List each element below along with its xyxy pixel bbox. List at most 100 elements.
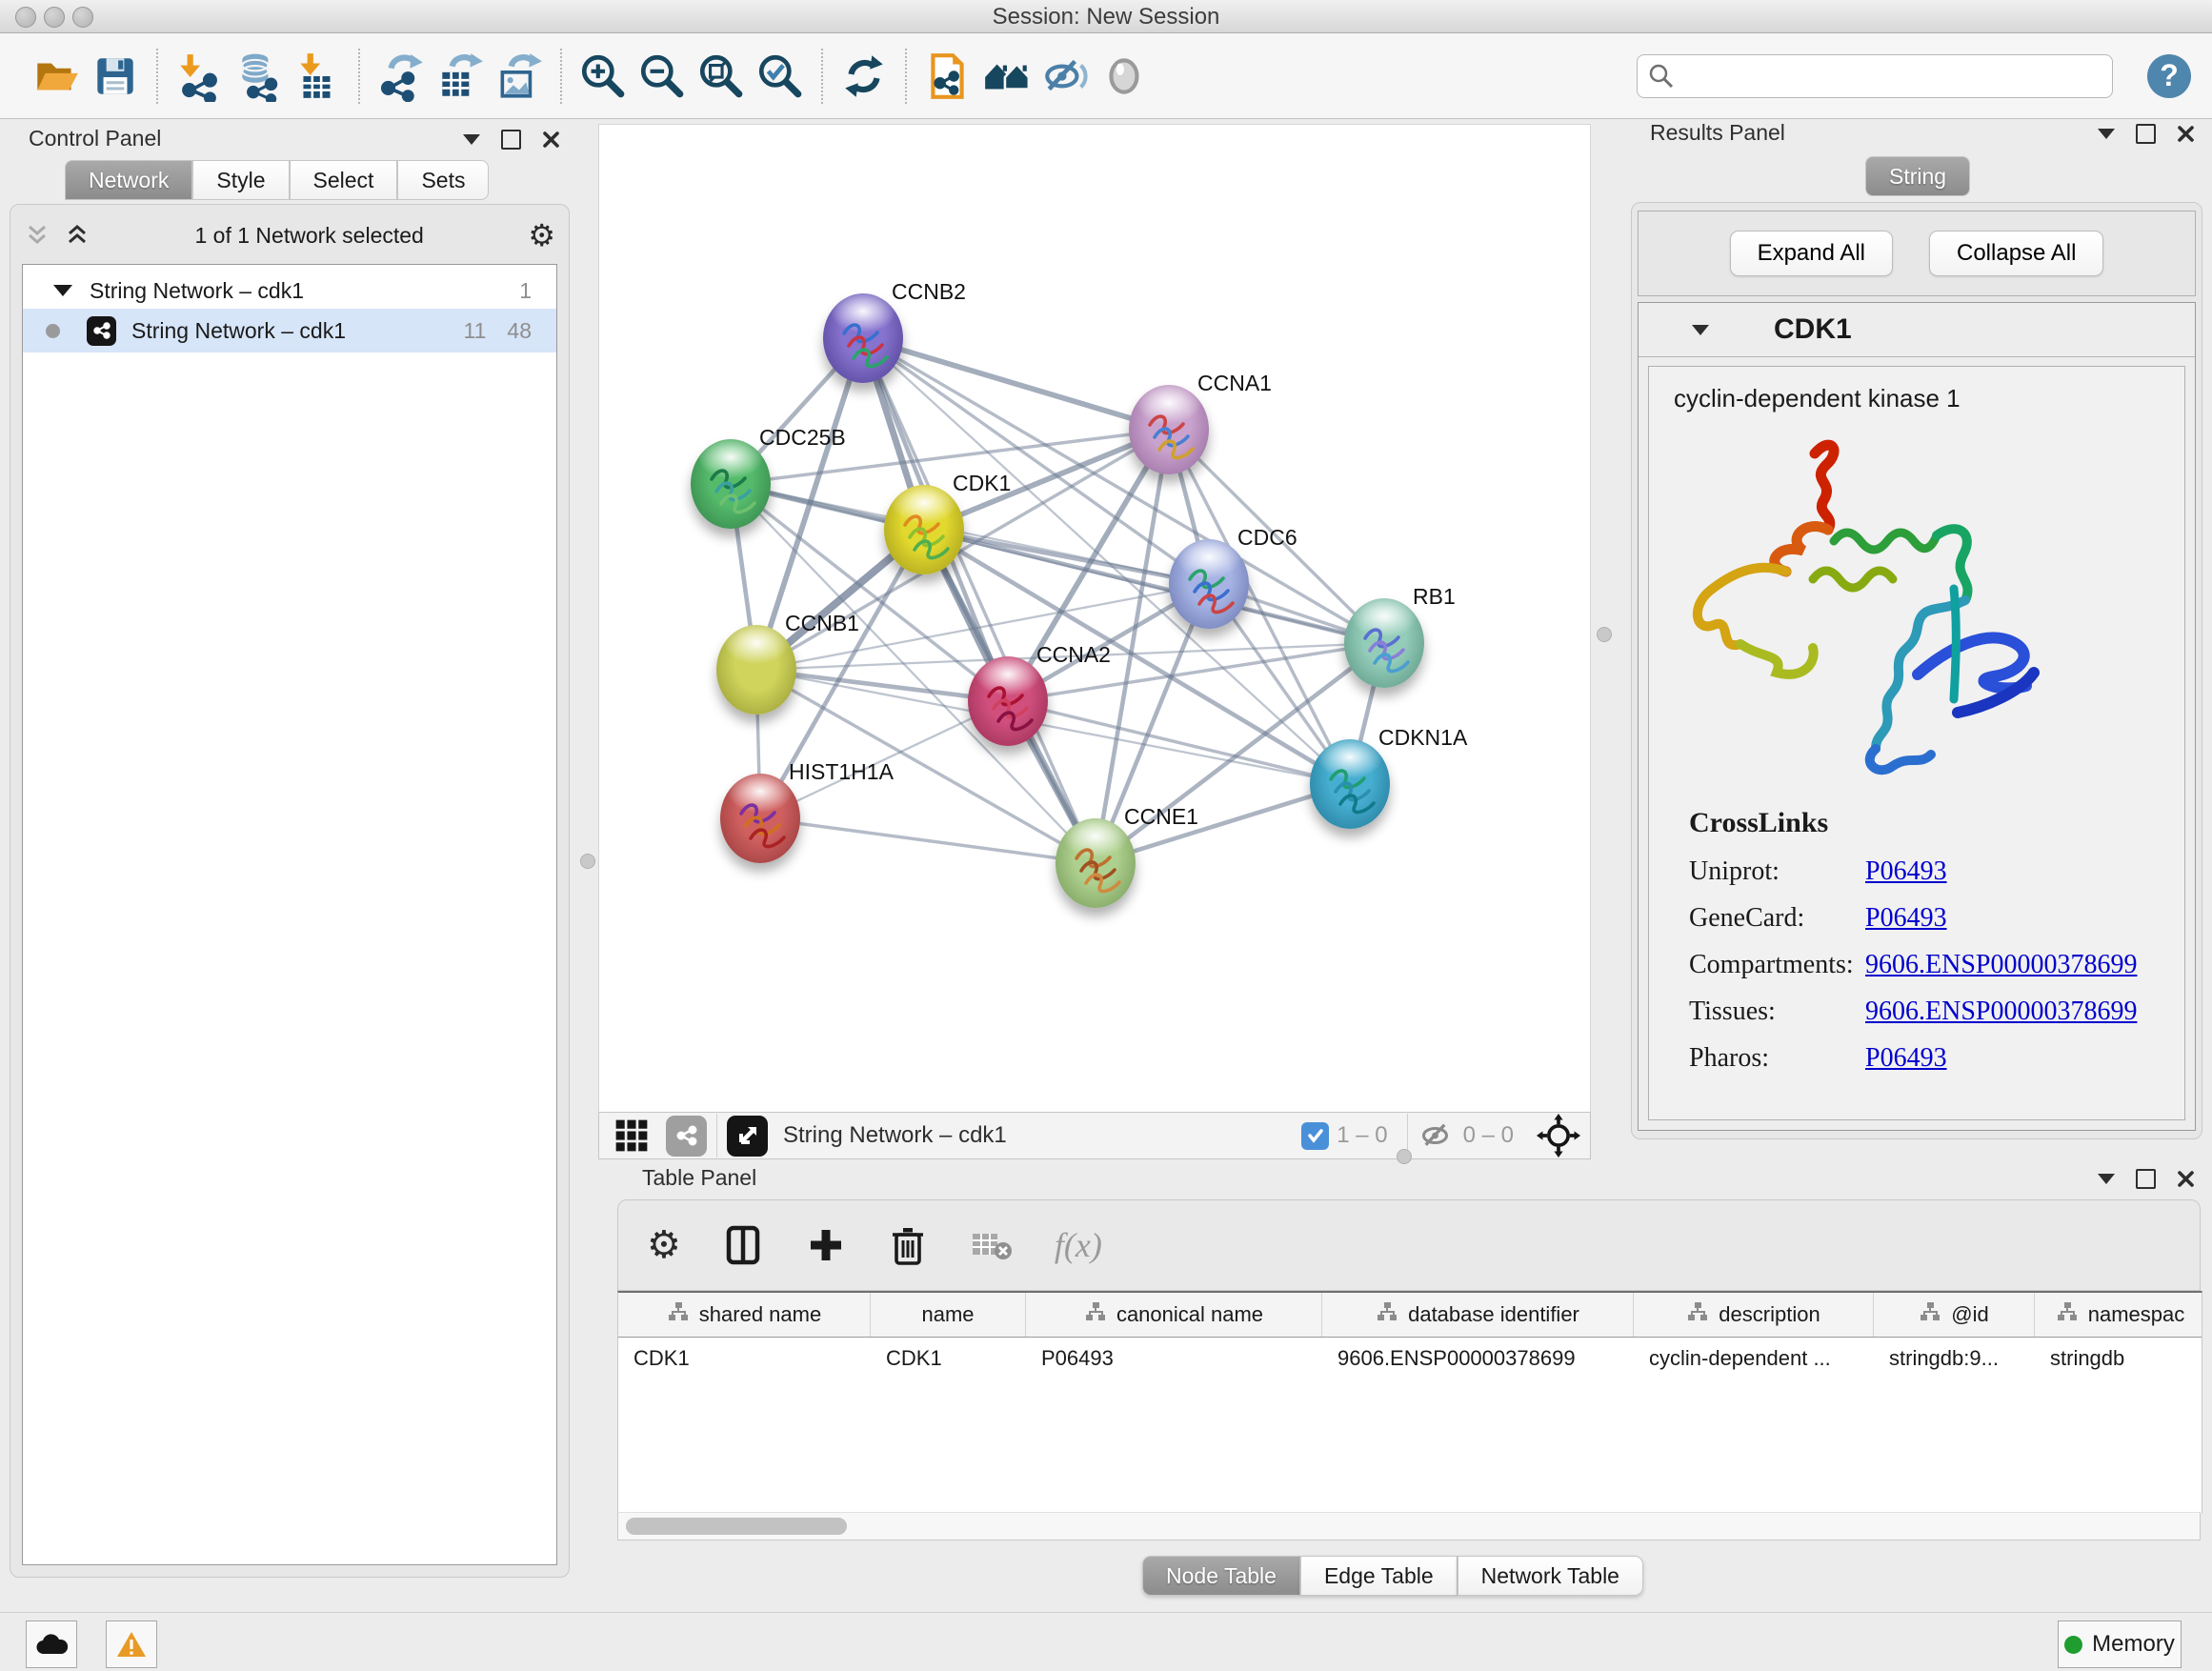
show-details-eye-icon[interactable] bbox=[1096, 47, 1155, 106]
column-header-namespac[interactable]: namespac bbox=[2035, 1293, 2202, 1337]
column-type-icon bbox=[1084, 1300, 1107, 1329]
cloud-button[interactable] bbox=[26, 1621, 77, 1668]
show-columns-icon[interactable] bbox=[721, 1223, 765, 1267]
help-icon[interactable]: ? bbox=[2147, 54, 2191, 98]
selected-checkbox-icon[interactable] bbox=[1301, 1122, 1329, 1150]
crosslink-link[interactable]: 9606.ENSP00000378699 bbox=[1865, 997, 2137, 1027]
network-overview-icon[interactable] bbox=[666, 1116, 707, 1157]
network-from-file-icon[interactable] bbox=[918, 47, 977, 106]
export-network-icon[interactable] bbox=[372, 47, 431, 106]
network-list: String Network – cdk1 1 String Network –… bbox=[22, 264, 557, 1565]
right-splitter-handle[interactable] bbox=[1597, 627, 1612, 642]
hide-details-eye-slash-icon[interactable] bbox=[1036, 47, 1096, 106]
tab-style[interactable]: Style bbox=[192, 160, 289, 200]
network-node-cdk1[interactable] bbox=[884, 485, 964, 574]
column-header--id[interactable]: @id bbox=[1874, 1293, 2035, 1337]
collapse-all-icon[interactable] bbox=[24, 223, 50, 248]
expand-all-icon[interactable] bbox=[64, 223, 90, 248]
network-node-ccnb1[interactable] bbox=[716, 625, 796, 715]
zoom-in-icon[interactable] bbox=[573, 47, 633, 106]
panel-close-icon[interactable] bbox=[542, 131, 560, 149]
network-node-count: 11 bbox=[464, 318, 487, 344]
node-label-ccnb2: CCNB2 bbox=[892, 279, 966, 305]
network-node-cdkn1a[interactable] bbox=[1310, 739, 1390, 829]
search-input[interactable] bbox=[1637, 54, 2113, 98]
network-node-rb1[interactable] bbox=[1344, 598, 1424, 688]
panel-float-icon[interactable] bbox=[2136, 124, 2156, 144]
search-icon bbox=[1648, 63, 1675, 94]
tab-select[interactable]: Select bbox=[290, 160, 398, 200]
birds-eye-grid-icon[interactable] bbox=[613, 1117, 651, 1155]
export-image-icon[interactable] bbox=[490, 47, 549, 106]
home-icon[interactable] bbox=[977, 47, 1036, 106]
panel-menu-icon[interactable] bbox=[2098, 1174, 2115, 1184]
network-node-ccnb2[interactable] bbox=[823, 293, 903, 383]
left-splitter-handle[interactable] bbox=[580, 854, 595, 869]
panel-close-icon[interactable] bbox=[2177, 1170, 2195, 1188]
crosslink-row: Compartments:9606.ENSP00000378699 bbox=[1689, 950, 2137, 980]
save-session-icon[interactable] bbox=[86, 47, 145, 106]
network-node-ccne1[interactable] bbox=[1056, 818, 1136, 908]
tab-sets[interactable]: Sets bbox=[397, 160, 489, 200]
import-network-database-icon[interactable] bbox=[229, 47, 288, 106]
table-horizontal-scrollbar[interactable] bbox=[617, 1512, 2201, 1540]
zoom-fit-icon[interactable] bbox=[692, 47, 751, 106]
network-node-hist1h1a[interactable] bbox=[720, 774, 800, 863]
column-header-canonical-name[interactable]: canonical name bbox=[1026, 1293, 1322, 1337]
network-collection-row[interactable]: String Network – cdk1 1 bbox=[23, 269, 556, 312]
network-options-gear-icon[interactable]: ⚙ bbox=[528, 220, 555, 251]
panel-menu-icon[interactable] bbox=[2098, 129, 2115, 139]
node-label-hist1h1a: HIST1H1A bbox=[789, 759, 894, 785]
expand-all-button[interactable]: Expand All bbox=[1730, 231, 1893, 276]
tree-expand-icon[interactable] bbox=[53, 285, 72, 296]
scrollbar-thumb[interactable] bbox=[626, 1518, 847, 1535]
column-header-name[interactable]: name bbox=[871, 1293, 1026, 1337]
tab-string[interactable]: String bbox=[1865, 156, 1970, 196]
panel-close-icon[interactable] bbox=[2177, 125, 2195, 143]
node-label-ccnb1: CCNB1 bbox=[785, 611, 859, 636]
zoom-out-icon[interactable] bbox=[633, 47, 692, 106]
network-edge[interactable] bbox=[863, 338, 1169, 430]
cdk1-entry-header[interactable]: CDK1 bbox=[1639, 303, 2195, 357]
crosslink-link[interactable]: 9606.ENSP00000378699 bbox=[1865, 950, 2137, 980]
protein-ribbon-thumbnail bbox=[702, 456, 759, 519]
tab-network[interactable]: Network bbox=[65, 160, 192, 200]
tab-node-table[interactable]: Node Table bbox=[1142, 1556, 1300, 1596]
network-node-cdc6[interactable] bbox=[1169, 539, 1249, 629]
import-table-icon[interactable] bbox=[288, 47, 347, 106]
panel-menu-icon[interactable] bbox=[463, 134, 480, 145]
add-column-icon[interactable] bbox=[805, 1224, 847, 1266]
export-table-icon[interactable] bbox=[431, 47, 490, 106]
warnings-button[interactable] bbox=[106, 1621, 157, 1668]
protein-ribbon-thumbnail bbox=[1356, 615, 1413, 678]
network-node-ccna2[interactable] bbox=[968, 656, 1048, 746]
panel-float-icon[interactable] bbox=[501, 130, 521, 150]
crosslink-link[interactable]: P06493 bbox=[1865, 1043, 1947, 1074]
column-header-shared-name[interactable]: shared name bbox=[618, 1293, 871, 1337]
tab-edge-table[interactable]: Edge Table bbox=[1300, 1556, 1458, 1596]
refresh-icon[interactable] bbox=[835, 47, 894, 106]
network-edge[interactable] bbox=[863, 338, 1096, 863]
goto-network-icon[interactable] bbox=[727, 1116, 768, 1157]
column-header-description[interactable]: description bbox=[1634, 1293, 1874, 1337]
delete-column-icon[interactable] bbox=[887, 1223, 929, 1267]
crosslink-link[interactable]: P06493 bbox=[1865, 903, 1947, 934]
crosslink-link[interactable]: P06493 bbox=[1865, 856, 1947, 887]
network-row-selected[interactable]: String Network – cdk1 11 48 bbox=[23, 309, 556, 352]
import-network-file-icon[interactable] bbox=[170, 47, 229, 106]
fit-selected-crosshair-icon[interactable] bbox=[1537, 1114, 1580, 1158]
tab-network-table[interactable]: Network Table bbox=[1458, 1556, 1643, 1596]
memory-button[interactable]: Memory bbox=[2058, 1621, 2182, 1668]
column-header-database-identifier[interactable]: database identifier bbox=[1322, 1293, 1634, 1337]
panel-float-icon[interactable] bbox=[2136, 1169, 2156, 1189]
network-canvas[interactable]: CCNB2CCNA1CDC25BCDK1CDC6RB1CCNB1CCNA2CDK… bbox=[598, 124, 1591, 1114]
network-node-cdc25b[interactable] bbox=[691, 439, 771, 529]
network-node-ccna1[interactable] bbox=[1129, 385, 1209, 474]
zoom-selected-icon[interactable] bbox=[751, 47, 810, 106]
table-row[interactable]: CDK1CDK1P064939606.ENSP00000378699cyclin… bbox=[618, 1338, 2202, 1379]
network-edge[interactable] bbox=[760, 818, 1096, 863]
open-session-icon[interactable] bbox=[27, 47, 86, 106]
entry-collapse-icon[interactable] bbox=[1692, 325, 1709, 335]
table-options-gear-icon[interactable]: ⚙ bbox=[647, 1226, 681, 1264]
collapse-all-button[interactable]: Collapse All bbox=[1929, 231, 2103, 276]
